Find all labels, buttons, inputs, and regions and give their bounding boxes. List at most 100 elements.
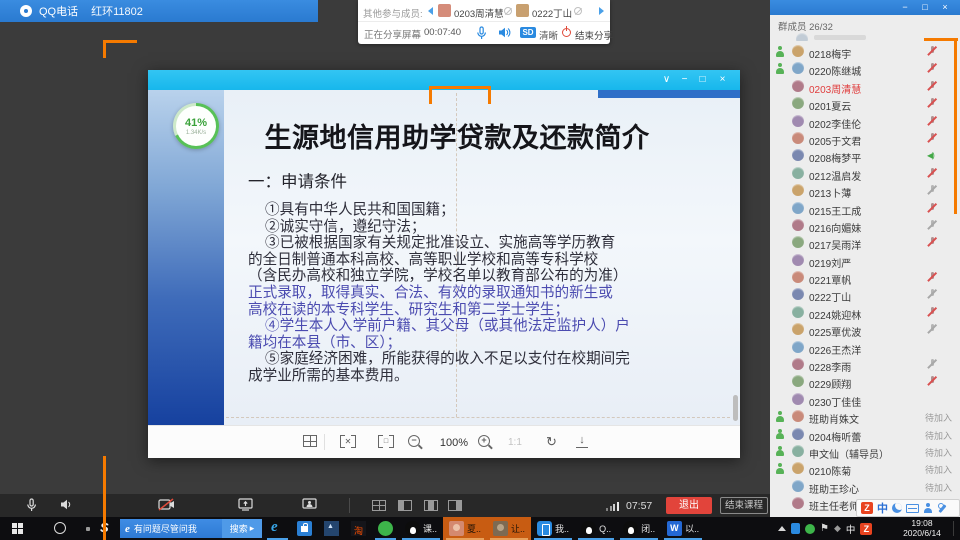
ime-logo-icon[interactable]: Z <box>860 523 872 535</box>
participants-next-arrow-icon[interactable] <box>599 7 604 15</box>
member-row[interactable]: 0202李佳伦 <box>770 113 960 130</box>
member-row[interactable]: 0212温启发 <box>770 165 960 182</box>
close-icon[interactable]: × <box>938 1 952 14</box>
member-row[interactable]: 0221覃帆 <box>770 269 960 286</box>
member-status-icon[interactable]: 待加入 <box>925 446 952 459</box>
taskbar-search-box[interactable]: e 有问题尽管问我 搜索▸ <box>120 519 262 538</box>
restore-icon[interactable]: □ <box>918 1 932 14</box>
member-row[interactable]: 0218梅宇 <box>770 43 960 60</box>
member-row[interactable]: 0229顾翔 <box>770 373 960 390</box>
taskbar-item[interactable] <box>318 517 345 540</box>
member-status-icon[interactable] <box>927 132 938 145</box>
member-status-icon[interactable] <box>927 149 938 162</box>
layout-left-icon[interactable] <box>398 500 412 511</box>
member-status-icon[interactable]: 待加入 <box>925 429 952 442</box>
member-row[interactable]: 0228李雨 <box>770 356 960 373</box>
ime-mode-indicator[interactable]: 中 <box>846 522 856 536</box>
member-status-icon[interactable] <box>927 184 938 197</box>
taskview-icon[interactable] <box>86 527 90 531</box>
participant-name[interactable]: 0222丁山 <box>532 6 572 20</box>
member-status-icon[interactable]: 待加入 <box>925 463 952 476</box>
mic-icon[interactable] <box>26 498 37 512</box>
member-row[interactable]: 0210陈菊 待加入 <box>770 460 960 477</box>
member-row[interactable]: 0220陈继城 <box>770 60 960 77</box>
maximize-icon[interactable]: □ <box>695 73 710 87</box>
member-status-icon[interactable] <box>927 45 938 58</box>
member-status-icon[interactable]: 待加入 <box>925 481 952 494</box>
zoom-out-icon[interactable]: − <box>408 435 420 447</box>
member-status-icon[interactable] <box>927 80 938 93</box>
participant-name[interactable]: 0203周清慧 <box>454 6 504 20</box>
layout-center-icon[interactable] <box>424 500 438 511</box>
taskbar-clock[interactable]: 19:08 2020/6/14 <box>896 519 948 538</box>
member-status-icon[interactable] <box>927 375 938 388</box>
member-row[interactable]: 0205于文君 <box>770 130 960 147</box>
camera-off-icon[interactable] <box>158 498 175 511</box>
speaker-icon[interactable] <box>498 26 511 39</box>
cortana-icon[interactable] <box>54 522 66 534</box>
member-status-icon[interactable] <box>927 323 938 336</box>
member-row[interactable]: 班助肖姝文 待加入 <box>770 408 960 425</box>
minimize-icon[interactable]: − <box>677 73 692 87</box>
minimize-icon[interactable]: − <box>898 1 912 14</box>
taskbar-item[interactable]: 闭.. <box>617 517 661 540</box>
member-status-icon[interactable] <box>927 393 938 406</box>
share-screen-icon[interactable] <box>238 498 253 511</box>
end-share-power-icon[interactable] <box>562 28 571 37</box>
member-status-icon[interactable] <box>927 288 938 301</box>
ime-logo-icon[interactable]: Z <box>861 502 873 514</box>
hidden-icons-chevron-icon[interactable] <box>778 526 786 531</box>
close-icon[interactable]: × <box>715 73 730 87</box>
taskbar-item[interactable] <box>264 517 291 540</box>
member-row[interactable]: 申文仙（辅导员） 待加入 <box>770 443 960 460</box>
start-button-icon[interactable] <box>12 523 23 534</box>
taskbar-item[interactable] <box>372 517 399 540</box>
collapse-icon[interactable]: ∨ <box>659 73 674 87</box>
member-status-icon[interactable] <box>927 219 938 232</box>
thumbnail-panel-icon[interactable] <box>303 435 317 447</box>
member-row[interactable]: 0230丁佳佳 <box>770 391 960 408</box>
members-titlebar[interactable]: − □ × <box>770 0 960 15</box>
ime-cn-mode-icon[interactable]: 中 <box>877 500 888 516</box>
search-button[interactable]: 搜索▸ <box>222 519 262 538</box>
taskbar-item[interactable]: 夏.. <box>443 517 487 540</box>
member-status-icon[interactable] <box>927 271 938 284</box>
end-share-button[interactable]: 结束分享 <box>575 28 613 42</box>
member-row[interactable]: 0201夏云 <box>770 95 960 112</box>
member-status-icon[interactable] <box>927 254 938 267</box>
member-row[interactable]: 0203周清慧 <box>770 78 960 95</box>
taskbar-item[interactable]: 以.. <box>661 517 705 540</box>
fit-window-icon[interactable]: ✕ <box>340 435 356 448</box>
member-status-icon[interactable] <box>927 62 938 75</box>
taskbar-item[interactable]: 课.. <box>399 517 443 540</box>
member-row[interactable]: 0208梅梦平 <box>770 147 960 164</box>
taskbar-item[interactable] <box>345 517 372 540</box>
fullscreen-icon[interactable]: □ <box>378 435 394 448</box>
member-row[interactable]: 0219刘严 <box>770 252 960 269</box>
speaker-icon[interactable] <box>60 498 73 511</box>
ime-settings-wrench-icon[interactable] <box>937 503 947 514</box>
whiteboard-icon[interactable] <box>302 498 317 511</box>
mic-icon[interactable] <box>476 26 487 40</box>
member-row[interactable]: 0224姚迎林 <box>770 304 960 321</box>
member-row[interactable]: 0216向媚妹 <box>770 217 960 234</box>
qq-call-titlebar[interactable]: QQ电话 红环11802 <box>0 0 318 22</box>
end-class-button[interactable]: 结束课程 <box>720 497 768 514</box>
layout-right-icon[interactable] <box>448 500 462 511</box>
member-row[interactable]: 0222丁山 <box>770 286 960 303</box>
zoom-in-icon[interactable]: + <box>478 435 490 447</box>
ime-fullwidth-moon-icon[interactable] <box>892 503 902 513</box>
member-status-icon[interactable] <box>927 341 938 354</box>
taskbar-item[interactable] <box>291 517 318 540</box>
exit-button[interactable]: 退出 <box>666 497 712 514</box>
flag-icon[interactable]: ⚑ <box>820 523 829 534</box>
quality-label[interactable]: 清晰 <box>539 28 558 42</box>
member-row[interactable]: 0215王工成 <box>770 200 960 217</box>
wechat-tray-icon[interactable] <box>805 524 815 534</box>
member-status-icon[interactable] <box>927 358 938 371</box>
member-status-icon[interactable] <box>927 236 938 249</box>
taskbar-item[interactable]: 我.. <box>531 517 575 540</box>
member-status-icon[interactable] <box>927 202 938 215</box>
member-row[interactable]: 0226王杰洋 <box>770 339 960 356</box>
ime-account-icon[interactable] <box>923 503 933 514</box>
